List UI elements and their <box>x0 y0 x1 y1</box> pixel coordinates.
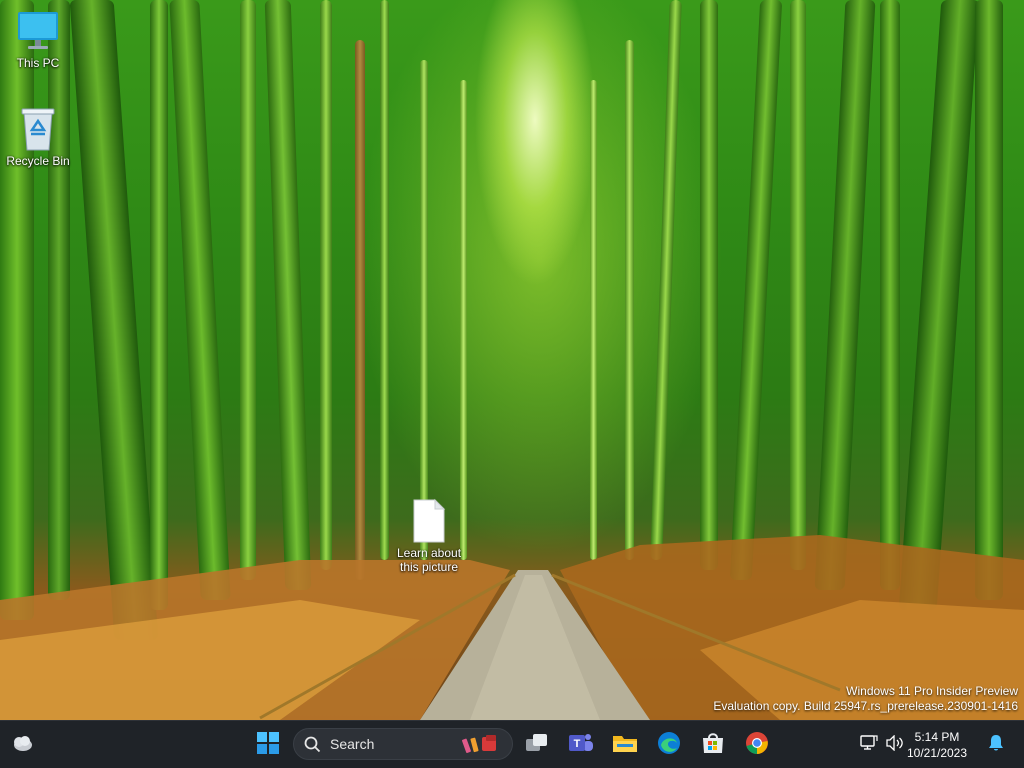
chrome-icon <box>745 731 769 760</box>
desktop-wallpaper: This PC Recycle Bin Learn about this pic… <box>0 0 1024 720</box>
taskbar: Search T 5:14 PM 10/21/2023 <box>0 720 1024 768</box>
desktop-icon-label: Learn about <box>396 546 462 560</box>
watermark-line2: Evaluation copy. Build 25947.rs_prerelea… <box>713 699 1018 713</box>
desktop-icon-recycle-bin[interactable]: Recycle Bin <box>0 106 76 168</box>
teams-icon: T <box>568 731 594 760</box>
weather-widget-icon <box>10 733 34 758</box>
widgets-button[interactable] <box>4 727 40 763</box>
clock[interactable]: 5:14 PM 10/21/2023 <box>902 729 972 761</box>
task-view-button[interactable] <box>519 727 555 763</box>
edge-button[interactable] <box>651 727 687 763</box>
monitor-icon <box>16 8 60 54</box>
desktop-icon-this-pc[interactable]: This PC <box>0 8 76 70</box>
clock-date: 10/21/2023 <box>906 746 968 760</box>
search-label: Search <box>330 736 375 752</box>
start-button[interactable] <box>250 727 286 763</box>
desktop-icon-learn-about-picture[interactable]: Learn about this picture <box>390 498 468 574</box>
recycle-bin-icon <box>16 106 60 152</box>
store-icon <box>701 731 725 760</box>
desktop-icon-label: Recycle Bin <box>6 154 70 168</box>
store-button[interactable] <box>695 727 731 763</box>
watermark-line1: Windows 11 Pro Insider Preview <box>846 684 1018 698</box>
file-explorer-button[interactable] <box>607 727 643 763</box>
clock-time: 5:14 PM <box>914 730 960 744</box>
path-and-grass <box>0 535 1024 720</box>
teams-button[interactable]: T <box>563 727 599 763</box>
document-icon <box>411 498 447 544</box>
windows-start-icon <box>257 731 279 759</box>
notifications-button[interactable] <box>982 727 1010 763</box>
notification-bell-icon <box>988 734 1004 757</box>
file-explorer-icon <box>612 732 638 759</box>
search-highlight-icon <box>460 733 504 758</box>
network-icon <box>860 734 878 756</box>
task-view-icon <box>525 732 549 759</box>
evaluation-watermark: Windows 11 Pro Insider Preview Evaluatio… <box>713 684 1018 714</box>
desktop-icon-label: This PC <box>16 56 60 70</box>
search-icon <box>304 736 321 756</box>
edge-icon <box>657 731 681 760</box>
network-button[interactable] <box>856 727 882 763</box>
desktop-icon-label: this picture <box>399 560 459 574</box>
chrome-button[interactable] <box>739 727 775 763</box>
svg-text:T: T <box>574 738 581 750</box>
search-box[interactable]: Search <box>293 728 513 760</box>
